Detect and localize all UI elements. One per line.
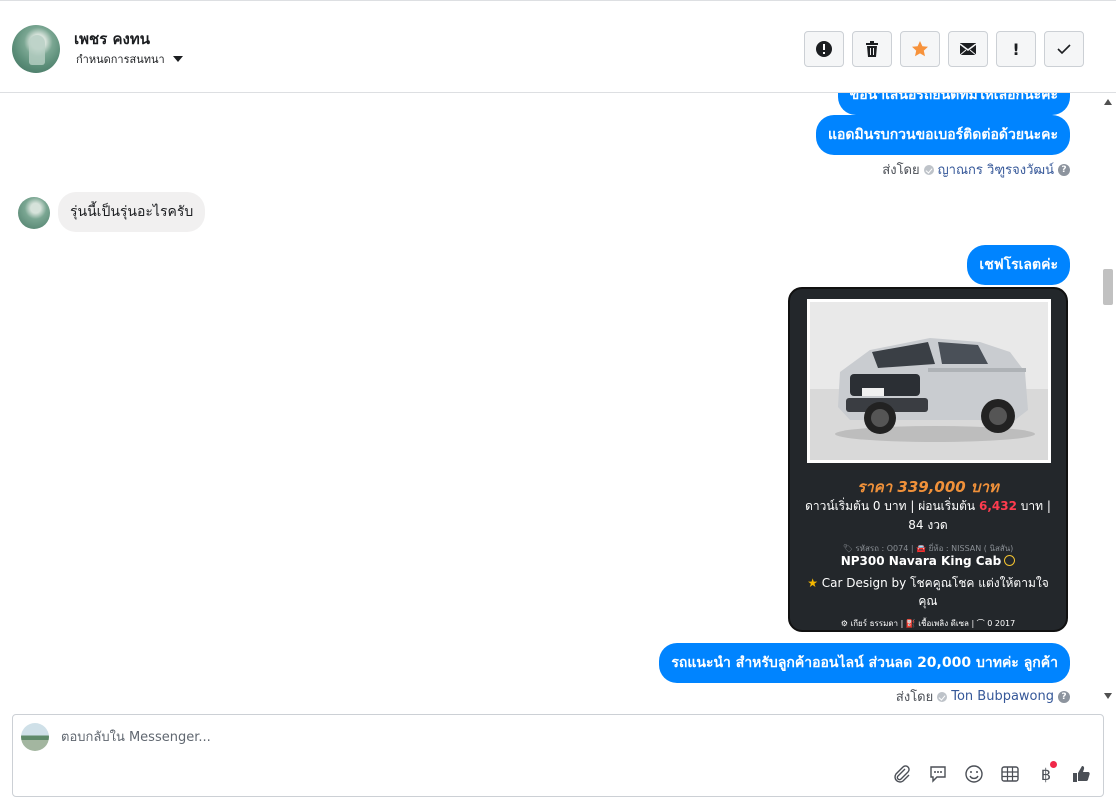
down-payment-text: ดาวน์เริ่มต้น 0 บาท | ผ่อนเริ่มต้น bbox=[805, 499, 976, 513]
assign-label: กำหนดการสนทนา bbox=[76, 53, 165, 66]
scroll-down-arrow-icon[interactable] bbox=[1104, 693, 1112, 699]
saved-reply-button[interactable] bbox=[927, 763, 949, 785]
mark-done-button[interactable] bbox=[1044, 31, 1084, 67]
outgoing-message[interactable]: รถแนะนำ สำหรับลูกค้าออนไลน์ ส่วนลด 20,00… bbox=[659, 643, 1070, 683]
caret-down-icon bbox=[172, 56, 183, 62]
outgoing-message[interactable]: ขอนำเสนอรถยนต์ที่มีให้เลือกนะคะ bbox=[837, 93, 1070, 115]
sent-by-label: ส่งโดย bbox=[882, 163, 920, 178]
emoji-button[interactable] bbox=[963, 763, 985, 785]
car-design-tagline: ★ Car Design by โชคคูณโชค แต่งให้ตามใจคุ… bbox=[804, 574, 1052, 610]
car-model: NP300 Navara King Cab bbox=[790, 554, 1066, 568]
sent-by-line: ส่งโดย Ton Bubpawong ? bbox=[896, 686, 1070, 705]
saved-reply-icon bbox=[930, 766, 946, 783]
messenger-inbox: เพชร คงทน กำหนดการสนทนา ! ขอนำเสนอรถยนต์… bbox=[0, 0, 1116, 802]
outgoing-message[interactable]: เชฟโรเลตค่ะ bbox=[967, 245, 1070, 285]
star-icon bbox=[912, 41, 928, 57]
check-icon bbox=[1057, 44, 1071, 55]
attach-button[interactable] bbox=[891, 763, 913, 785]
car-model-name: NP300 Navara King Cab bbox=[840, 554, 1002, 568]
car-photo[interactable] bbox=[807, 299, 1051, 463]
mark-spam-button[interactable] bbox=[804, 31, 844, 67]
assign-conversation-dropdown[interactable]: กำหนดการสนทนา bbox=[76, 50, 183, 68]
scroll-up-arrow-icon[interactable] bbox=[1104, 99, 1112, 105]
delete-button[interactable] bbox=[852, 31, 892, 67]
contact-avatar[interactable] bbox=[12, 25, 60, 73]
follow-up-button[interactable]: ! bbox=[996, 31, 1036, 67]
thread-scrollbar[interactable] bbox=[1100, 93, 1116, 705]
help-icon[interactable]: ? bbox=[1058, 163, 1070, 176]
baht-icon: ฿ bbox=[1040, 764, 1052, 784]
star-icon: ★ bbox=[807, 576, 822, 590]
outgoing-message[interactable]: แอดมินรบกวนขอเบอร์ติดต่อด้วยนะคะ bbox=[815, 115, 1070, 155]
installment-amount: 6,432 bbox=[978, 499, 1017, 513]
pickup-truck-image bbox=[835, 338, 1035, 442]
check-badge-icon bbox=[937, 691, 948, 702]
star-button[interactable] bbox=[900, 31, 940, 67]
message-thread[interactable]: ขอนำเสนอรถยนต์ที่มีให้เลือกนะคะ แอดมินรบ… bbox=[0, 93, 1116, 705]
page-avatar bbox=[21, 723, 49, 751]
table-button[interactable] bbox=[999, 763, 1021, 785]
sent-by-label: ส่งโดย bbox=[895, 690, 934, 705]
contact-name[interactable]: เพชร คงทน bbox=[74, 27, 150, 51]
conversation-header: เพชร คงทน กำหนดการสนทนา ! bbox=[0, 0, 1116, 93]
check-badge-icon bbox=[923, 164, 934, 175]
sender-avatar[interactable] bbox=[18, 197, 50, 229]
paperclip-icon bbox=[894, 765, 910, 783]
help-icon[interactable]: ? bbox=[1058, 690, 1070, 703]
mark-unread-button[interactable] bbox=[948, 31, 988, 67]
sent-by-line: ส่งโดย ญาณกร วิฑูรจงวัฒน์ ? bbox=[882, 159, 1070, 180]
emoji-icon bbox=[965, 765, 983, 783]
sender-name[interactable]: ญาณกร วิฑูรจงวัฒน์ bbox=[938, 159, 1054, 180]
composer-tools: ฿ bbox=[891, 761, 1093, 785]
scrollbar-thumb[interactable] bbox=[1103, 269, 1113, 305]
payment-button[interactable]: ฿ bbox=[1035, 761, 1057, 785]
trash-icon bbox=[866, 41, 878, 57]
incoming-message[interactable]: รุ่นนี้เป็นรุ่นอะไรครับ bbox=[58, 192, 206, 232]
verified-icon bbox=[1004, 555, 1016, 566]
alert-circle-icon bbox=[816, 41, 832, 57]
conversation-toolbar: ! bbox=[804, 31, 1084, 67]
car-listing-card[interactable]: ราคา 339,000 บาท ดาวน์เริ่มต้น 0 บาท | ผ… bbox=[788, 287, 1068, 632]
sender-name[interactable]: Ton Bubpawong bbox=[951, 689, 1054, 704]
table-icon bbox=[1001, 766, 1019, 782]
car-specs: ⚙ เกียร์ ธรรมดา | ⛽ เชื้อเพลิง ดีเซล | ⌒… bbox=[840, 619, 1016, 628]
reply-composer: ฿ bbox=[12, 714, 1104, 797]
exclamation-icon: ! bbox=[1012, 39, 1020, 59]
car-design-text: Car Design by โชคคูณโชค แต่งให้ตามใจคุณ bbox=[821, 576, 1049, 608]
financing-terms: ดาวน์เริ่มต้น 0 บาท | ผ่อนเริ่มต้น 6,432… bbox=[800, 497, 1056, 535]
envelope-icon bbox=[959, 43, 977, 56]
like-button[interactable] bbox=[1071, 763, 1093, 785]
notification-dot bbox=[1050, 761, 1057, 768]
reply-input[interactable] bbox=[61, 725, 961, 749]
thumbs-up-icon bbox=[1073, 766, 1090, 782]
car-price: ราคา 339,000 บาท bbox=[857, 478, 999, 496]
